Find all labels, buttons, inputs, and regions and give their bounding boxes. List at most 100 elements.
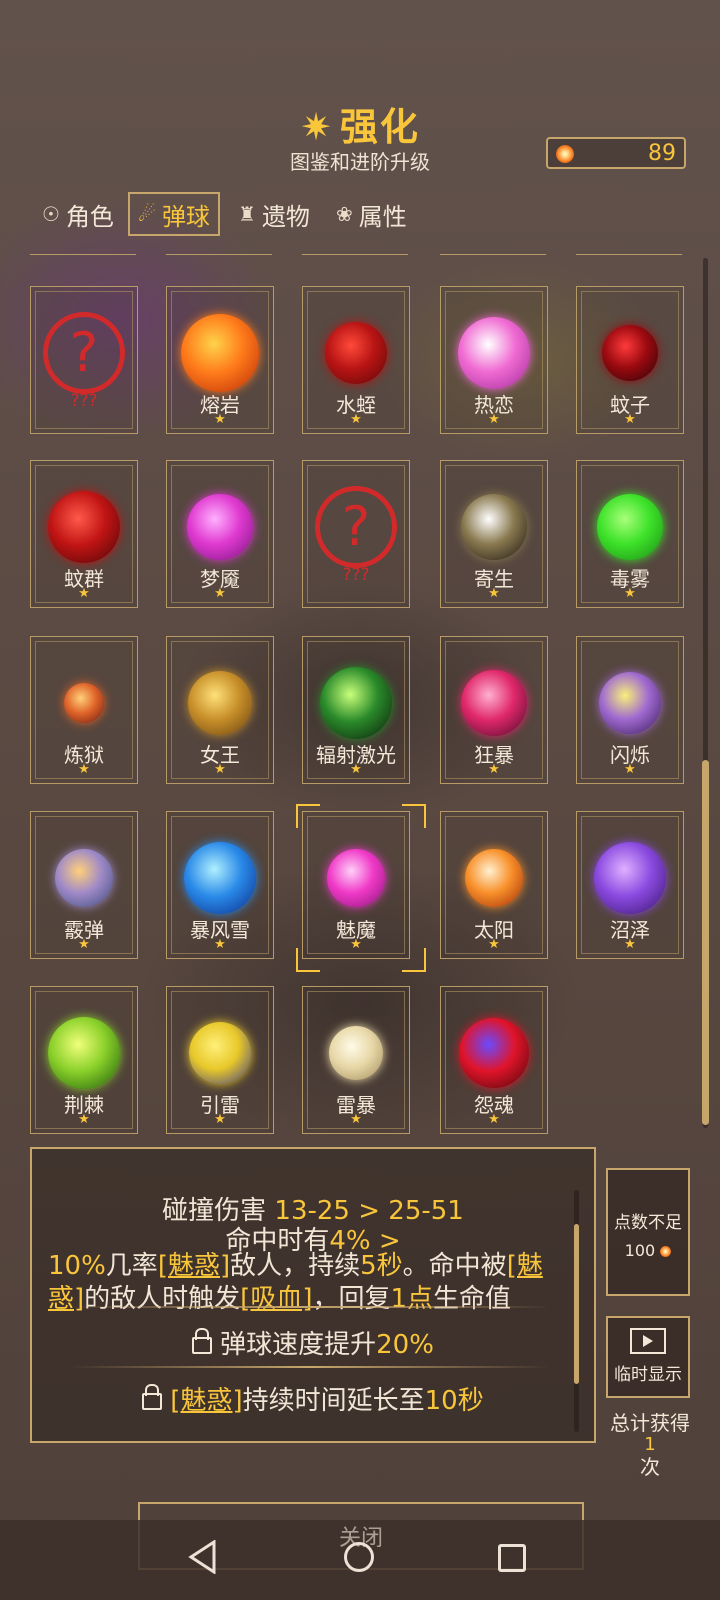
grid-row-edge — [30, 254, 136, 263]
star-icon: ★ — [78, 1112, 90, 1127]
question-mark-icon: ? — [315, 486, 397, 568]
ball-card[interactable]: 霰弹 ★ — [30, 811, 138, 959]
divider — [70, 1306, 550, 1308]
tab-character[interactable]: ☉ 角色 — [42, 192, 114, 236]
ball-orb-icon — [188, 671, 252, 735]
ball-card[interactable]: 魅魔 ★ — [302, 811, 410, 959]
character-icon: ☉ — [42, 202, 60, 226]
upgrade-value: 20% — [376, 1330, 434, 1360]
ball-orb-icon — [55, 849, 113, 907]
star-icon: ★ — [624, 586, 636, 601]
ball-orb-icon — [602, 325, 658, 381]
lock-icon — [142, 1384, 163, 1410]
ball-orb-icon — [48, 491, 120, 563]
tab-attribute[interactable]: ❀ 属性 — [336, 192, 407, 236]
ball-card[interactable]: 辐射激光 ★ — [302, 636, 410, 784]
total-obtained: 总计获得 1 次 — [605, 1412, 695, 1478]
temp-show-button[interactable]: 临时显示 — [606, 1316, 690, 1398]
ball-card[interactable]: 怨魂 ★ — [440, 986, 548, 1134]
selection-corner — [296, 804, 320, 828]
ball-orb-icon — [594, 842, 666, 914]
star-icon: ★ — [350, 1112, 362, 1127]
ball-card[interactable]: 沼泽 ★ — [576, 811, 684, 959]
selection-corner — [402, 804, 426, 828]
ball-card[interactable]: ???? — [302, 460, 410, 608]
ball-card[interactable]: 炼狱 ★ — [30, 636, 138, 784]
total-unit: 次 — [640, 1455, 660, 1479]
duration-value: 5秒 — [360, 1251, 403, 1281]
charm-keyword[interactable]: [魅惑] — [170, 1386, 242, 1416]
ball-card[interactable]: 狂暴 ★ — [440, 636, 548, 784]
ball-card[interactable]: 女王 ★ — [166, 636, 274, 784]
ball-orb-icon — [461, 494, 527, 560]
ball-card[interactable]: 蚊子 ★ — [576, 286, 684, 434]
selection-corner — [402, 948, 426, 972]
star-icon: ★ — [214, 937, 226, 952]
ball-card[interactable]: 蚊群 ★ — [30, 460, 138, 608]
grid-row-edge — [166, 254, 272, 263]
currency-value: 89 — [648, 141, 676, 166]
star-icon: ★ — [214, 586, 226, 601]
ball-orb-icon — [327, 849, 385, 907]
star-icon: ★ — [214, 762, 226, 777]
recents-icon[interactable] — [498, 1544, 526, 1572]
orb-coin-icon — [556, 145, 574, 163]
insufficient-points-label: 点数不足 — [614, 1213, 682, 1233]
ball-orb-icon — [465, 849, 523, 907]
trophy-icon: ♜ — [238, 202, 256, 226]
grid-scrollbar-thumb[interactable] — [702, 760, 709, 1125]
ball-card[interactable]: 熔岩 ★ — [166, 286, 274, 434]
ball-card[interactable]: 毒雾 ★ — [576, 460, 684, 608]
ball-card[interactable]: 闪烁 ★ — [576, 636, 684, 784]
ball-orb-icon — [461, 670, 527, 736]
chance-value: 10% — [48, 1251, 106, 1281]
star-icon: ★ — [78, 586, 90, 601]
tab-label: 属性 — [358, 202, 407, 231]
tab-label: 弹球 — [161, 202, 210, 231]
ball-card[interactable]: 雷暴 ★ — [302, 986, 410, 1134]
star-icon: ★ — [488, 1112, 500, 1127]
ball-card[interactable]: 梦魇 ★ — [166, 460, 274, 608]
desc-text: 的敌人时触发 — [84, 1284, 241, 1314]
desc-text: 生命值 — [433, 1284, 512, 1314]
orb-coin-icon — [660, 1246, 672, 1257]
ball-card[interactable]: 荆棘 ★ — [30, 986, 138, 1134]
ball-orb-icon — [189, 1022, 251, 1084]
ball-orb-icon — [320, 667, 392, 739]
star-icon: ★ — [488, 412, 500, 427]
lifesteal-keyword[interactable]: [吸血] — [240, 1284, 312, 1314]
star-icon: ★ — [624, 412, 636, 427]
cost-value: 100 — [624, 1241, 656, 1260]
star-icon: ★ — [350, 762, 362, 777]
star-icon: ★ — [78, 762, 90, 777]
ball-name: ??? — [70, 391, 98, 411]
star-icon: ★ — [214, 412, 226, 427]
ball-card[interactable]: 太阳 ★ — [440, 811, 548, 959]
ball-icon: ☄ — [138, 202, 156, 226]
upgrade-value: 10秒 — [424, 1386, 484, 1416]
ball-card[interactable]: 寄生 ★ — [440, 460, 548, 608]
ball-orb-icon — [64, 683, 104, 723]
tab-label: 遗物 — [261, 202, 310, 231]
heal-value: 1点 — [390, 1284, 434, 1314]
tab-ball[interactable]: ☄ 弹球 — [128, 192, 220, 236]
sparkle-icon: ✷ — [300, 105, 334, 149]
currency-display: 89 — [546, 137, 686, 169]
flower-icon: ❀ — [336, 202, 353, 226]
ball-orb-icon — [184, 842, 256, 914]
tab-relic[interactable]: ♜ 遗物 — [238, 192, 310, 236]
star-icon: ★ — [624, 762, 636, 777]
star-icon: ★ — [350, 412, 362, 427]
ball-card[interactable]: ???? — [30, 286, 138, 434]
ball-card[interactable]: 热恋 ★ — [440, 286, 548, 434]
panel-scrollbar-thumb[interactable] — [574, 1224, 579, 1384]
desc-text: 。命中被 — [402, 1251, 507, 1281]
home-icon[interactable] — [344, 1542, 374, 1572]
question-mark-icon: ? — [43, 312, 125, 394]
charm-keyword[interactable]: [魅惑] — [158, 1251, 230, 1281]
upgrade-button[interactable]: 点数不足 100 — [606, 1168, 690, 1296]
divider — [70, 1366, 550, 1368]
ball-card[interactable]: 引雷 ★ — [166, 986, 274, 1134]
ball-card[interactable]: 水蛭 ★ — [302, 286, 410, 434]
ball-card[interactable]: 暴风雪 ★ — [166, 811, 274, 959]
